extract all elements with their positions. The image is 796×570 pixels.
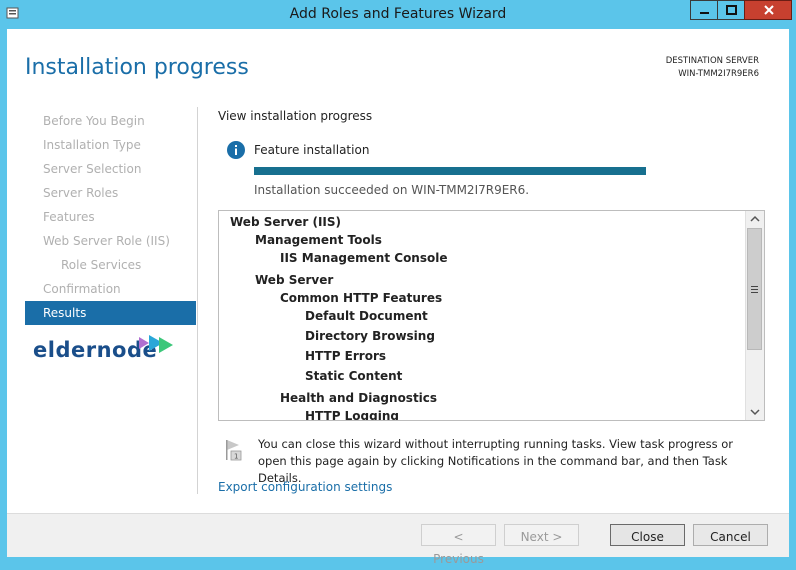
next-button[interactable]: Next > xyxy=(504,524,579,546)
nav-item-features: Features xyxy=(43,210,95,224)
export-configuration-link[interactable]: Export configuration settings xyxy=(218,480,392,494)
wizard-client-area: Installation progress DESTINATION SERVER… xyxy=(7,29,789,566)
installed-features-list[interactable]: Web Server (IIS) Management Tools IIS Mana… xyxy=(218,210,765,421)
nav-item-results[interactable]: Results xyxy=(25,301,196,325)
notification-flag-icon: 1 xyxy=(226,440,242,461)
maximize-button[interactable] xyxy=(717,0,744,20)
nav-item-before-you-begin: Before You Begin xyxy=(43,114,145,128)
eldernode-logo: eldernode xyxy=(33,335,173,362)
nav-item-web-server-role: Web Server Role (IIS) xyxy=(43,234,170,248)
feature-item: Health and Diagnostics xyxy=(280,391,438,405)
info-icon xyxy=(227,141,245,159)
features-list-content: Web Server (IIS) Management Tools IIS Mana… xyxy=(219,211,747,421)
title-bar[interactable]: Add Roles and Features Wizard xyxy=(0,0,796,28)
nav-item-server-selection: Server Selection xyxy=(43,162,142,176)
close-button[interactable]: Close xyxy=(610,524,685,546)
nav-item-confirmation: Confirmation xyxy=(43,282,121,296)
wizard-footer: < Previous Next > Close Cancel xyxy=(7,513,789,566)
cancel-button[interactable]: Cancel xyxy=(693,524,768,546)
logo-text: eldernode xyxy=(33,338,157,362)
progress-bar-fill xyxy=(254,167,646,175)
feature-item: IIS Management Console xyxy=(280,251,448,265)
wizard-window: Add Roles and Features Wizard Installati… xyxy=(0,0,796,566)
close-icon xyxy=(764,5,774,15)
scroll-up-arrow-icon[interactable] xyxy=(746,211,764,227)
feature-item: Static Content xyxy=(305,369,403,383)
feature-item: Default Document xyxy=(305,309,428,323)
feature-item: Common HTTP Features xyxy=(280,291,443,305)
window-title: Add Roles and Features Wizard xyxy=(289,6,507,22)
grip-icon xyxy=(751,286,758,293)
close-window-button[interactable] xyxy=(744,0,792,20)
svg-text:1: 1 xyxy=(234,453,238,461)
scroll-thumb[interactable] xyxy=(747,228,762,350)
minimize-icon xyxy=(700,12,709,14)
page-title: Installation progress xyxy=(25,55,249,80)
feature-installation-label: Feature installation xyxy=(254,143,370,157)
features-list-scrollbar[interactable] xyxy=(745,211,764,420)
wizard-steps-nav: Before You Begin Installation Type Serve… xyxy=(25,109,196,325)
destination-label: DESTINATION SERVER xyxy=(665,56,759,66)
feature-item: Directory Browsing xyxy=(305,329,435,343)
view-progress-heading: View installation progress xyxy=(218,109,373,123)
installation-progress-bar xyxy=(254,167,646,175)
nav-item-installation-type: Installation Type xyxy=(43,138,141,152)
feature-item: Web Server (IIS) xyxy=(230,215,342,229)
previous-button[interactable]: < Previous xyxy=(421,524,496,566)
feature-item: HTTP Errors xyxy=(305,349,386,363)
maximize-icon xyxy=(726,5,737,15)
nav-divider xyxy=(197,107,198,494)
destination-server-info: DESTINATION SERVER WIN-TMM2I7R9ER6 xyxy=(666,55,759,81)
feature-item: HTTP Logging xyxy=(305,409,399,421)
installation-status: Installation succeeded on WIN-TMM2I7R9ER… xyxy=(254,183,530,197)
feature-item: Web Server xyxy=(255,273,334,287)
scroll-down-arrow-icon[interactable] xyxy=(746,404,764,420)
minimize-button[interactable] xyxy=(690,0,717,20)
nav-item-server-roles: Server Roles xyxy=(43,186,119,200)
feature-item: Management Tools xyxy=(255,233,382,247)
destination-server-name: WIN-TMM2I7R9ER6 xyxy=(678,69,759,79)
nav-item-role-services: Role Services xyxy=(61,258,142,272)
